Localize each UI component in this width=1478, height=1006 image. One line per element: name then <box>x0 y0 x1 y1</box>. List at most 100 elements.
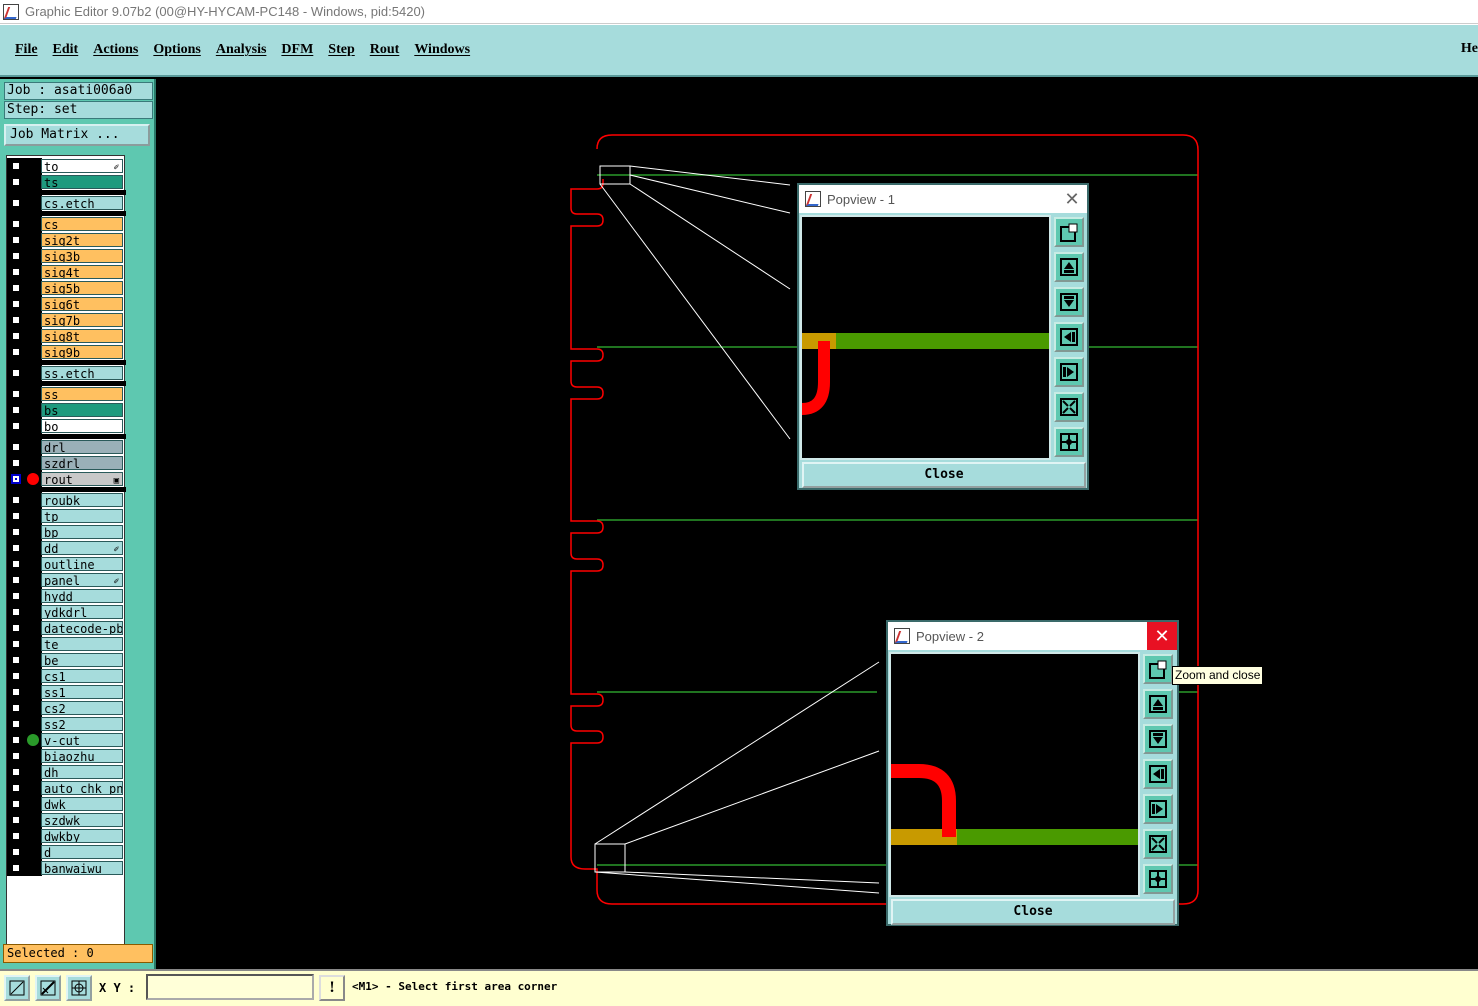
layer-row-dd[interactable]: dd ✐ <box>7 540 126 556</box>
layer-name[interactable]: ss <box>41 387 123 401</box>
xy-input[interactable] <box>146 974 314 1000</box>
zoom-close-button[interactable] <box>1143 654 1173 684</box>
layer-checkbox[interactable] <box>11 815 21 825</box>
layer-row-te[interactable]: te <box>7 636 126 652</box>
layer-checkbox[interactable] <box>11 767 21 777</box>
layer-checkbox[interactable] <box>11 543 21 553</box>
layer-checkbox[interactable] <box>11 368 21 378</box>
layer-name[interactable]: sig8t <box>41 329 123 343</box>
layer-row-sig2t[interactable]: sig2t <box>7 232 126 248</box>
layer-name[interactable]: te <box>41 637 123 651</box>
move-down-button[interactable] <box>1143 724 1173 754</box>
layer-name[interactable]: szdwk <box>41 813 123 827</box>
layer-name[interactable]: outline <box>41 557 123 571</box>
layer-name[interactable]: to ✐ <box>41 159 123 173</box>
menu-dfm[interactable]: DFM <box>281 42 313 58</box>
layer-row-auto_chk_pnl[interactable]: auto_chk_pnl <box>7 780 126 796</box>
layer-checkbox[interactable] <box>11 575 21 585</box>
layer-checkbox[interactable] <box>11 161 21 171</box>
layer-checkbox[interactable] <box>11 639 21 649</box>
layer-row-ts[interactable]: ts <box>7 174 126 190</box>
layer-name[interactable]: ydkdrl <box>41 605 123 619</box>
layer-row-cs[interactable]: cs <box>7 216 126 232</box>
measure-button[interactable] <box>35 975 61 1001</box>
menu-edit[interactable]: Edit <box>53 42 79 58</box>
popview-1-close-button[interactable]: Close <box>802 462 1086 488</box>
layer-name[interactable]: bo <box>41 419 123 433</box>
layer-name[interactable]: ts <box>41 175 123 189</box>
layer-name[interactable]: panel ✐ <box>41 573 123 587</box>
layer-row-banwaiwu[interactable]: banwaiwu <box>7 860 126 876</box>
zoom-center-button[interactable] <box>1143 864 1173 894</box>
zoom-fit-button[interactable] <box>1054 392 1084 422</box>
popview-1-view[interactable] <box>800 215 1051 460</box>
layer-name[interactable]: v-cut <box>41 733 123 747</box>
layer-row-cs2[interactable]: cs2 <box>7 700 126 716</box>
popview-2-view[interactable] <box>889 652 1140 897</box>
layer-row-szdwk[interactable]: szdwk <box>7 812 126 828</box>
layer-name[interactable]: bs <box>41 403 123 417</box>
layer-row-szdrl[interactable]: szdrl <box>7 455 126 471</box>
layer-name[interactable]: auto_chk_pnl <box>41 781 123 795</box>
layer-name[interactable]: biaozhu <box>41 749 123 763</box>
popview-2-titlebar[interactable]: Popview - 2 <box>888 622 1177 650</box>
layer-name[interactable]: ss1 <box>41 685 123 699</box>
warning-button[interactable]: ! <box>319 975 345 1001</box>
move-up-button[interactable] <box>1054 252 1084 282</box>
layer-checkbox[interactable] <box>11 703 21 713</box>
layer-checkbox[interactable] <box>11 299 21 309</box>
layer-row-rout[interactable]: rout ▣ <box>7 471 126 487</box>
menu-options[interactable]: Options <box>153 42 200 58</box>
layer-row-tp[interactable]: tp <box>7 508 126 524</box>
layer-name[interactable]: hydd <box>41 589 123 603</box>
layer-checkbox[interactable] <box>11 283 21 293</box>
layer-row-dwk[interactable]: dwk <box>7 796 126 812</box>
layer-row-sig9b[interactable]: sig9b <box>7 344 126 360</box>
layer-checkbox[interactable] <box>11 389 21 399</box>
layer-row-sig6t[interactable]: sig6t <box>7 296 126 312</box>
layer-name[interactable]: cs.etch <box>41 196 123 210</box>
move-down-button[interactable] <box>1054 287 1084 317</box>
popview-2-close-button[interactable]: Close <box>891 899 1175 925</box>
layer-checkbox[interactable] <box>11 751 21 761</box>
layer-row-bs[interactable]: bs <box>7 402 126 418</box>
layer-row-hydd[interactable]: hydd <box>7 588 126 604</box>
layer-checkbox[interactable] <box>11 474 21 484</box>
layer-name[interactable]: tp <box>41 509 123 523</box>
layer-row-ss[interactable]: ss <box>7 386 126 402</box>
layer-checkbox[interactable] <box>11 607 21 617</box>
layer-checkbox[interactable] <box>11 495 21 505</box>
layer-row-dwkby[interactable]: dwkby <box>7 828 126 844</box>
zoom-center-button[interactable] <box>1054 427 1084 457</box>
menu-rout[interactable]: Rout <box>370 42 400 58</box>
layer-row-ss1[interactable]: ss1 <box>7 684 126 700</box>
snap-grid-button[interactable] <box>66 975 92 1001</box>
menu-step[interactable]: Step <box>328 42 354 58</box>
layer-checkbox[interactable] <box>11 735 21 745</box>
layer-name[interactable]: sig2t <box>41 233 123 247</box>
layer-checkbox[interactable] <box>11 315 21 325</box>
layer-checkbox[interactable] <box>11 251 21 261</box>
layer-name[interactable]: banwaiwu <box>41 861 123 875</box>
layer-name[interactable]: d <box>41 845 123 859</box>
layer-checkbox[interactable] <box>11 219 21 229</box>
layer-row-ss.etch[interactable]: ss.etch <box>7 365 126 381</box>
menu-help[interactable]: He <box>1461 41 1478 57</box>
layer-name[interactable]: sig3b <box>41 249 123 263</box>
layer-name[interactable]: dh <box>41 765 123 779</box>
layer-row-sig4t[interactable]: sig4t <box>7 264 126 280</box>
layer-name[interactable]: ss2 <box>41 717 123 731</box>
layer-row-bp[interactable]: bp <box>7 524 126 540</box>
layer-checkbox[interactable] <box>11 783 21 793</box>
move-up-button[interactable] <box>1143 689 1173 719</box>
layer-name[interactable]: szdrl <box>41 456 123 470</box>
layer-name[interactable]: cs2 <box>41 701 123 715</box>
zoom-fit-button[interactable] <box>1143 829 1173 859</box>
layer-name[interactable]: bp <box>41 525 123 539</box>
layer-checkbox[interactable] <box>11 847 21 857</box>
layer-name[interactable]: dd ✐ <box>41 541 123 555</box>
layer-name[interactable]: cs1 <box>41 669 123 683</box>
layer-name[interactable]: cs <box>41 217 123 231</box>
job-matrix-button[interactable]: Job Matrix ... <box>4 124 150 146</box>
layer-checkbox[interactable] <box>11 591 21 601</box>
